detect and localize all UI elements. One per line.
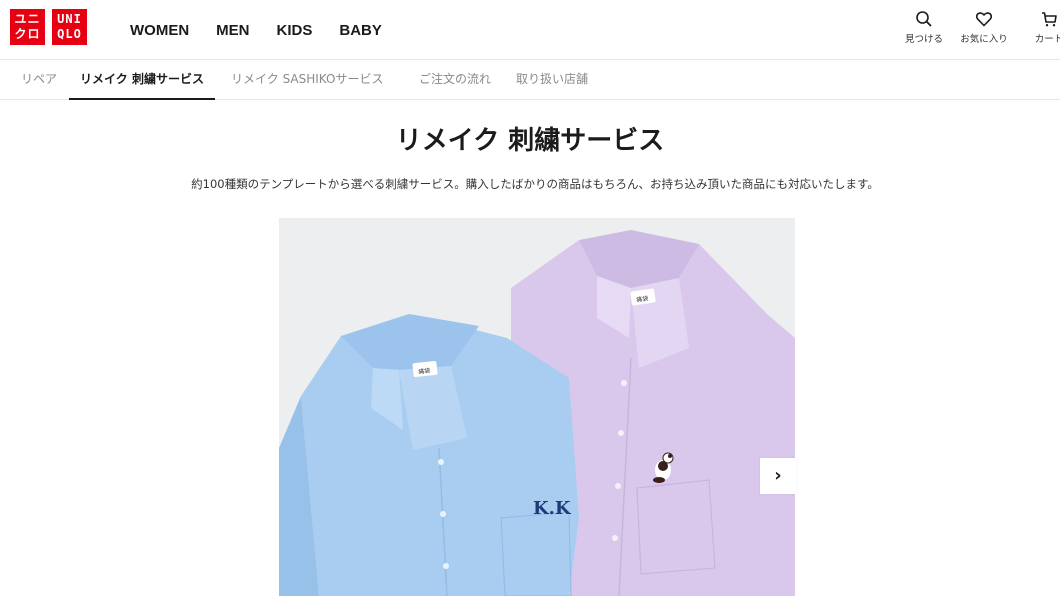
gender-nav: WOMEN MEN KIDS BABY (130, 0, 382, 60)
logo-text-line: ユニ (14, 12, 41, 26)
service-description: 約100種類のテンプレートから選べる刺繍サービス。購入したばかりの商品はもちろん… (191, 177, 879, 191)
nav-kids[interactable]: KIDS (277, 22, 313, 39)
chevron-right-icon: › (774, 465, 782, 486)
hero-carousel: 痛袋 痛袋 K.K (279, 218, 795, 596)
carousel-next-button[interactable]: › (760, 458, 796, 494)
logo-katakana-box: ユニ クロ (10, 9, 45, 45)
service-subnav: リペア リメイク 刺繍サービス リメイク SASHIKOサービス ご注文の流れ … (0, 60, 1060, 100)
tab-remake-embroidery[interactable]: リメイク 刺繍サービス (69, 60, 215, 100)
embroidered-shirts-image: 痛袋 痛袋 K.K (279, 218, 795, 596)
nav-men[interactable]: MEN (216, 22, 249, 39)
nav-baby[interactable]: BABY (339, 22, 382, 39)
logo-text-line: QLO (57, 27, 82, 41)
search-label: 見つける (904, 34, 943, 45)
heart-icon (975, 12, 993, 27)
search-icon (916, 11, 932, 27)
site-header: ユニ クロ UNI QLO WOMEN MEN KIDS BABY 見つける お… (0, 0, 1060, 60)
logo-latin-box: UNI QLO (52, 9, 87, 45)
cart-icon (1042, 12, 1057, 27)
tab-remake-sashiko[interactable]: リメイク SASHIKOサービス (231, 60, 383, 100)
cart-label: カート (1034, 34, 1060, 45)
tab-repair[interactable]: リペア (21, 60, 57, 100)
favorites-button[interactable]: お気に入り (955, 10, 1013, 45)
lavender-shirt-tag: 痛袋 (636, 294, 649, 304)
search-button[interactable]: 見つける (902, 10, 946, 45)
blue-shirt-tag: 痛袋 (418, 366, 431, 375)
uniqlo-logo[interactable]: ユニ クロ UNI QLO (10, 9, 87, 45)
tab-order-flow[interactable]: ご注文の流れ (419, 60, 491, 100)
tab-stores[interactable]: 取り扱い店舗 (516, 60, 588, 100)
nav-women[interactable]: WOMEN (130, 22, 189, 39)
logo-text-line: UNI (57, 12, 82, 26)
favorites-label: お気に入り (960, 34, 1008, 45)
cart-button[interactable]: カート (1030, 10, 1060, 45)
page-title: リメイク 刺繍サービス (395, 126, 665, 156)
kk-embroidery: K.K (533, 498, 572, 519)
logo-text-line: クロ (14, 27, 41, 41)
